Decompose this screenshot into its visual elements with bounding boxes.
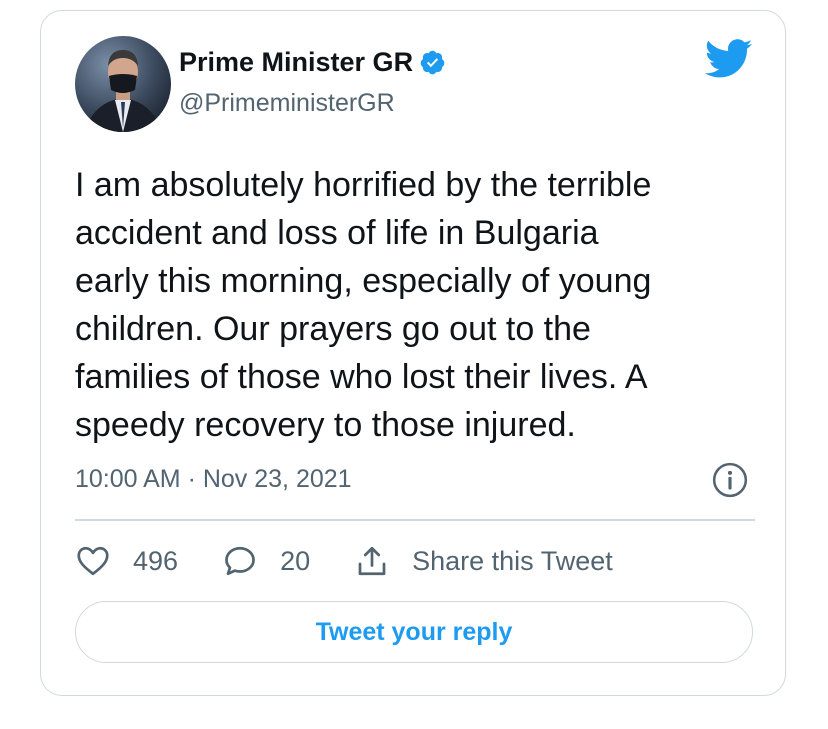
reply-bubble-icon bbox=[225, 546, 255, 576]
tweet-timestamp[interactable]: 10:00 AM · Nov 23, 2021 bbox=[75, 465, 352, 494]
tweet-your-reply-button[interactable]: Tweet your reply bbox=[75, 601, 753, 663]
twitter-bird-icon[interactable] bbox=[705, 39, 753, 79]
like-button[interactable]: 496 bbox=[75, 543, 178, 579]
like-count: 496 bbox=[133, 545, 179, 576]
info-icon[interactable] bbox=[711, 461, 749, 499]
action-bar: 496 20 Share this Tweet bbox=[75, 539, 755, 583]
author-name[interactable]: Prime Minister GR bbox=[179, 47, 413, 78]
reply-button[interactable]: 20 bbox=[222, 543, 310, 579]
verified-badge-icon bbox=[420, 50, 445, 75]
share-label: Share this Tweet bbox=[412, 545, 613, 576]
avatar[interactable] bbox=[75, 36, 171, 132]
divider bbox=[75, 519, 755, 521]
share-icon bbox=[358, 546, 386, 576]
share-button[interactable]: Share this Tweet bbox=[354, 543, 613, 579]
author-name-row: Prime Minister GR bbox=[179, 47, 446, 78]
heart-icon bbox=[77, 546, 109, 576]
tweet-card: Prime Minister GR @PrimeministerGR I am … bbox=[40, 10, 786, 696]
author-handle[interactable]: @PrimeministerGR bbox=[179, 89, 395, 118]
reply-count: 20 bbox=[280, 545, 311, 576]
tweet-text: I am absolutely horrified by the terribl… bbox=[75, 166, 652, 444]
